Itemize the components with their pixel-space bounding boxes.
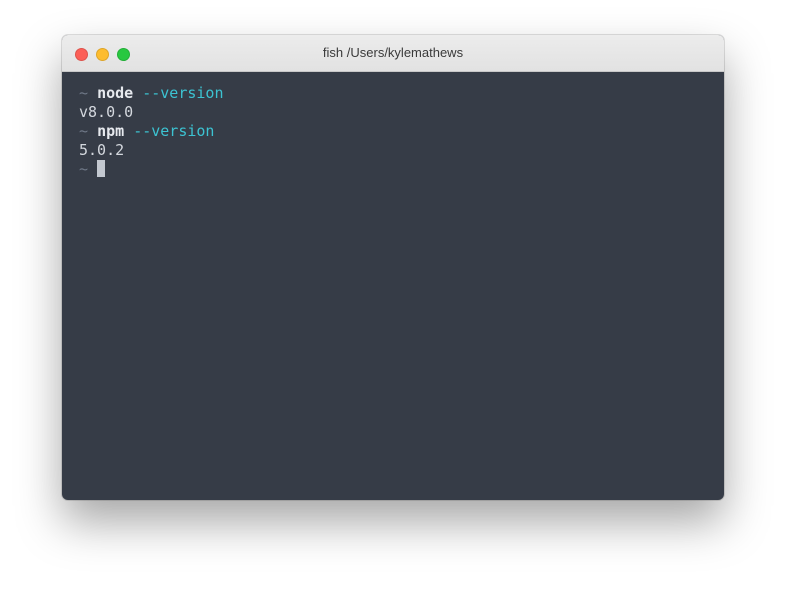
window-title: fish /Users/kylemathews: [322, 45, 464, 60]
prompt-symbol: ~: [79, 160, 89, 178]
command-argument: --version: [142, 84, 224, 102]
output-line: 5.0.2: [79, 141, 125, 159]
text-cursor: [97, 160, 106, 177]
command-line: ~ node --version: [79, 84, 724, 103]
output-line: v8.0.0: [79, 103, 134, 121]
terminal-content[interactable]: ~ node --version v8.0.0 ~ npm --version …: [62, 72, 724, 500]
command-name: npm: [97, 122, 125, 140]
title-bar: fish /Users/kylemathews: [62, 35, 724, 72]
command-argument: --version: [133, 122, 215, 140]
command-line: ~ npm --version: [79, 122, 724, 141]
terminal-window: fish /Users/kylemathews ~ node --version…: [62, 35, 724, 500]
prompt-symbol: ~: [79, 122, 89, 140]
active-prompt-line[interactable]: ~: [79, 160, 724, 179]
prompt-symbol: ~: [79, 84, 89, 102]
command-name: node: [97, 84, 134, 102]
